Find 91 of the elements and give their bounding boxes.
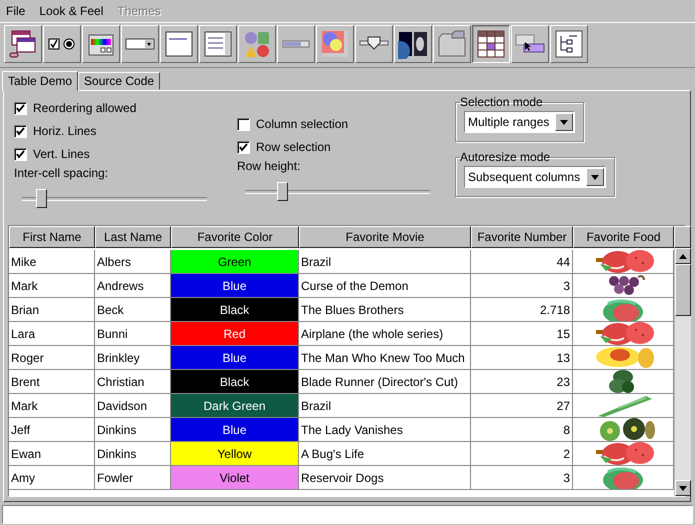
table-cell: 2.718 — [471, 298, 573, 322]
up-arrow-icon — [679, 254, 687, 258]
color-cell: Green — [171, 250, 299, 274]
table-cell: Davidson — [95, 394, 171, 418]
color-cell: Black — [171, 370, 299, 394]
color-cell: Violet — [171, 466, 299, 490]
table-cell: Roger — [9, 346, 95, 370]
slider[interactable] — [22, 189, 207, 207]
table-cell: Beck — [95, 298, 171, 322]
group-title: Selection mode — [460, 95, 543, 109]
table-cell: Mark — [9, 274, 95, 298]
table-cell: Fowler — [95, 466, 171, 490]
table-cell: Bunni — [95, 322, 171, 346]
table-cell: 2 — [471, 442, 573, 466]
table-cell: Brent — [9, 370, 95, 394]
windows-icon — [8, 29, 38, 59]
table-cell: 15 — [471, 322, 573, 346]
table-cell: Jeff — [9, 418, 95, 442]
table-cell: 3 — [471, 466, 573, 490]
table-cell: Andrews — [95, 274, 171, 298]
column-header[interactable]: First Name — [9, 226, 95, 248]
folder-tabs-icon — [437, 29, 467, 59]
checkbox[interactable]: Horiz. Lines — [14, 124, 219, 138]
table-cell: Mike — [9, 250, 95, 274]
table-icon — [476, 29, 506, 59]
toolbar-button[interactable] — [472, 25, 510, 63]
table-cell: Brazil — [299, 250, 471, 274]
checkbox[interactable]: Vert. Lines — [14, 147, 219, 161]
table-cell: Mark — [9, 394, 95, 418]
checkmark-icon — [16, 104, 25, 112]
down-arrow-icon — [679, 486, 687, 490]
caret-icon — [591, 174, 600, 180]
color-cell: Yellow — [171, 442, 299, 466]
caret-icon — [560, 120, 568, 124]
group-title: Autoresize mode — [460, 150, 550, 164]
slider-label: Row height: — [237, 159, 302, 173]
table-cell: 27 — [471, 394, 573, 418]
table-cell: Dinkins — [95, 418, 171, 442]
table-cell: The Lady Vanishes — [299, 418, 471, 442]
table-cell: Brian — [9, 298, 95, 322]
slider[interactable] — [245, 182, 430, 200]
table-cell: 13 — [471, 346, 573, 370]
table-cell: Brinkley — [95, 346, 171, 370]
combo-box[interactable]: Subsequent columns — [464, 166, 606, 188]
checkbox[interactable]: Reordering allowed — [14, 101, 219, 115]
color-cell: Red — [171, 322, 299, 346]
table-cell: Christian — [95, 370, 171, 394]
column-header[interactable]: Favorite Color — [171, 226, 299, 248]
table-cell: Lara — [9, 322, 95, 346]
table-cell: The Blues Brothers — [299, 298, 471, 322]
color-cell: Blue — [171, 274, 299, 298]
table-cell: Albers — [95, 250, 171, 274]
scrollbar[interactable] — [675, 248, 691, 496]
menu-item[interactable]: File — [6, 4, 26, 18]
table-cell: 44 — [471, 250, 573, 274]
column-header[interactable]: Last Name — [95, 226, 171, 248]
checkbox[interactable]: Column selection — [237, 117, 437, 131]
slider-label: Inter-cell spacing: — [14, 166, 110, 180]
column-header[interactable]: Favorite Movie — [299, 226, 471, 248]
table-cell: Airplane (the whole series) — [299, 322, 471, 346]
table-cell: The Man Who Knew Too Much — [299, 346, 471, 370]
text-page-icon — [164, 29, 194, 59]
tab[interactable]: Table Demo — [2, 71, 78, 91]
color-cell: Dark Green — [171, 394, 299, 418]
color-cell: Blue — [171, 346, 299, 370]
color-cell: Blue — [171, 418, 299, 442]
table-cell: Ewan — [9, 442, 95, 466]
table-cell: 3 — [471, 274, 573, 298]
table-cell: A Bug's Life — [299, 442, 471, 466]
table-cell: Reservoir Dogs — [299, 466, 471, 490]
scrollbar-thumb[interactable] — [675, 264, 691, 316]
table-cell: 23 — [471, 370, 573, 394]
checkmark-icon — [16, 150, 25, 158]
table-cell: Dinkins — [95, 442, 171, 466]
column-header[interactable]: Favorite Food — [573, 226, 674, 248]
table-cell: Brazil — [299, 394, 471, 418]
table-cell: Blade Runner (Director's Cut) — [299, 370, 471, 394]
table-cell: 8 — [471, 418, 573, 442]
progress-bar-icon — [282, 40, 310, 48]
list-icon — [203, 29, 233, 59]
menu-item[interactable]: Look & Feel — [39, 4, 104, 18]
color-cell: Black — [171, 298, 299, 322]
combo-box[interactable]: Multiple ranges — [464, 111, 576, 133]
checkbox[interactable]: Row selection — [237, 140, 437, 154]
table-cell: Curse of the Demon — [299, 274, 471, 298]
tab[interactable]: Source Code — [78, 72, 160, 90]
checkmark-icon — [239, 142, 248, 152]
tree-icon — [554, 29, 584, 59]
column-header[interactable]: Favorite Number — [471, 226, 573, 248]
table-cell: Amy — [9, 466, 95, 490]
checkmark-icon — [16, 126, 25, 136]
